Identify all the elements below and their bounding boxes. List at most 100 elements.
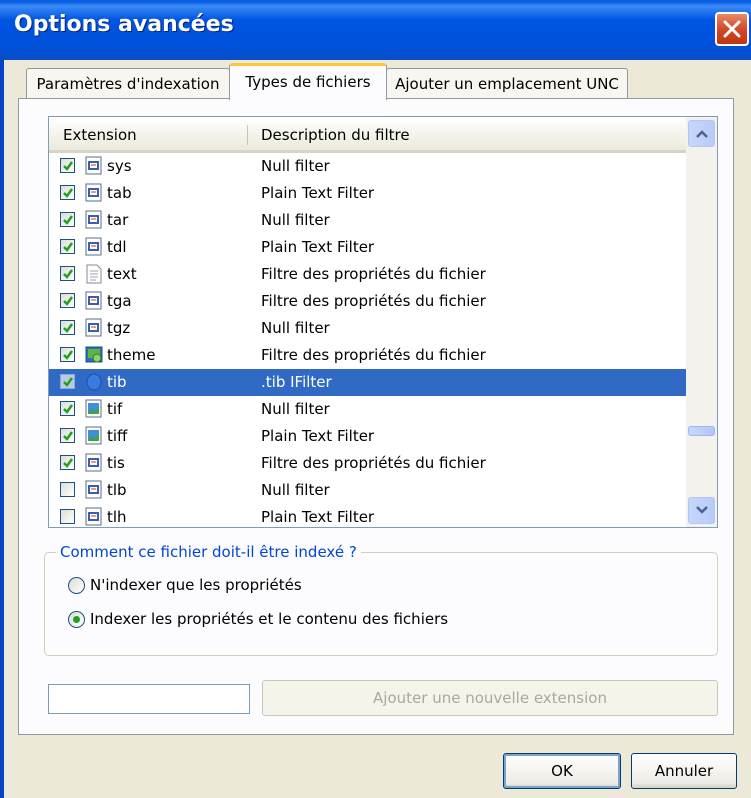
row-checkbox[interactable]	[60, 212, 75, 227]
check-icon	[63, 350, 74, 360]
scroll-up-button[interactable]	[688, 120, 715, 147]
generic-file-icon	[85, 291, 103, 311]
list-item[interactable]: tif Null filter	[49, 396, 686, 423]
generic-file-icon	[85, 210, 103, 230]
list-item[interactable]: tab Plain Text Filter	[49, 180, 686, 207]
list-item[interactable]: sys Null filter	[49, 153, 686, 180]
list-item[interactable]: tgz Null filter	[49, 315, 686, 342]
column-separator[interactable]	[247, 125, 248, 145]
scroll-thumb[interactable]	[688, 426, 715, 436]
generic-file-icon	[85, 453, 103, 473]
row-description: Filtre des propriétés du fichier	[261, 292, 486, 310]
row-checkbox[interactable]	[60, 239, 75, 254]
generic-file-icon	[85, 318, 103, 338]
radio-properties-and-content-label[interactable]: Indexer les propriétés et le contenu des…	[90, 610, 448, 628]
new-extension-input[interactable]	[48, 684, 250, 714]
window-title: Options avancées	[14, 12, 234, 37]
radio-properties-only-label[interactable]: N'indexer que les propriétés	[90, 576, 302, 594]
tab-emplacement-unc[interactable]: Ajouter un emplacement UNC	[386, 68, 628, 98]
row-description: Filtre des propriétés du fichier	[261, 265, 486, 283]
row-checkbox[interactable]	[60, 455, 75, 470]
row-extension: tab	[107, 184, 132, 202]
row-description: Plain Text Filter	[261, 427, 375, 445]
list-item[interactable]: tis Filtre des propriétés du fichier	[49, 450, 686, 477]
scroll-down-button[interactable]	[688, 497, 715, 524]
row-description: Null filter	[261, 211, 330, 229]
list-item[interactable]: tdl Plain Text Filter	[49, 234, 686, 261]
theme-file-icon	[85, 345, 103, 365]
list-item[interactable]: tib .tib IFilter	[49, 369, 686, 396]
chevron-up-icon	[696, 130, 708, 138]
row-extension: tlh	[107, 508, 127, 526]
check-icon	[63, 404, 74, 414]
row-checkbox[interactable]	[60, 401, 75, 416]
check-icon	[63, 215, 74, 225]
close-button[interactable]	[715, 12, 749, 46]
tab-parametres-indexation[interactable]: Paramètres d'indexation	[26, 68, 230, 98]
generic-file-icon	[85, 507, 103, 527]
add-extension-button[interactable]: Ajouter une nouvelle extension	[262, 680, 718, 716]
list-item[interactable]: tar Null filter	[49, 207, 686, 234]
list-item[interactable]: theme Filtre des propriétés du fichier	[49, 342, 686, 369]
row-checkbox[interactable]	[60, 293, 75, 308]
window-frame	[0, 60, 4, 798]
indexing-options-group	[44, 552, 718, 656]
check-icon	[63, 269, 74, 279]
list-header: Extension Description du filtre	[49, 117, 686, 153]
ok-button[interactable]: OK	[503, 753, 621, 789]
row-extension: tdl	[107, 238, 127, 256]
row-extension: text	[107, 265, 137, 283]
row-extension: tlb	[107, 481, 127, 499]
row-extension: tib	[107, 373, 127, 391]
tab-types-de-fichiers[interactable]: Types de fichiers	[229, 63, 387, 100]
list-item[interactable]: tga Filtre des propriétés du fichier	[49, 288, 686, 315]
row-checkbox[interactable]	[60, 482, 75, 497]
radio-properties-and-content[interactable]	[68, 611, 85, 628]
check-icon	[63, 431, 74, 441]
chevron-down-icon	[696, 506, 708, 514]
row-checkbox[interactable]	[60, 347, 75, 362]
row-description: Null filter	[261, 481, 330, 499]
column-description[interactable]: Description du filtre	[261, 126, 410, 144]
list-item[interactable]: tlh Plain Text Filter	[49, 504, 686, 527]
row-checkbox[interactable]	[60, 374, 75, 389]
row-extension: sys	[107, 157, 132, 175]
row-checkbox[interactable]	[60, 185, 75, 200]
text-file-icon	[85, 264, 103, 284]
image-file-icon	[85, 399, 103, 419]
list-item[interactable]: tiff Plain Text Filter	[49, 423, 686, 450]
row-description: .tib IFilter	[261, 373, 332, 391]
check-icon	[63, 323, 74, 333]
row-description: Null filter	[261, 400, 330, 418]
row-checkbox[interactable]	[60, 509, 75, 524]
row-checkbox[interactable]	[60, 428, 75, 443]
generic-file-icon	[85, 480, 103, 500]
radio-properties-only[interactable]	[68, 577, 85, 594]
list-item[interactable]: tlb Null filter	[49, 477, 686, 504]
list-rows: sys Null filter tab Plain Text Filter tar Nul…	[49, 153, 686, 527]
radio-selected-dot	[73, 616, 80, 623]
cancel-button[interactable]: Annuler	[631, 753, 737, 789]
row-extension: tiff	[107, 427, 128, 445]
row-checkbox[interactable]	[60, 320, 75, 335]
row-extension: tis	[107, 454, 125, 472]
row-checkbox[interactable]	[60, 266, 75, 281]
title-bar[interactable]: Options avancées	[0, 0, 751, 60]
close-icon	[723, 20, 741, 38]
column-extension[interactable]: Extension	[63, 126, 137, 144]
generic-file-icon	[85, 156, 103, 176]
file-types-list[interactable]: Extension Description du filtre sys Null …	[48, 116, 718, 528]
row-description: Filtre des propriétés du fichier	[261, 346, 486, 364]
check-icon	[63, 161, 74, 171]
generic-file-icon	[85, 183, 103, 203]
row-extension: tga	[107, 292, 132, 310]
check-icon	[63, 242, 74, 252]
check-icon	[63, 458, 74, 468]
row-description: Null filter	[261, 157, 330, 175]
row-description: Plain Text Filter	[261, 508, 375, 526]
vertical-scrollbar[interactable]	[686, 117, 717, 527]
list-item[interactable]: text Filtre des propriétés du fichier	[49, 261, 686, 288]
row-checkbox[interactable]	[60, 158, 75, 173]
group-title: Comment ce fichier doit-il être indexé ?	[56, 543, 361, 561]
row-extension: theme	[107, 346, 156, 364]
